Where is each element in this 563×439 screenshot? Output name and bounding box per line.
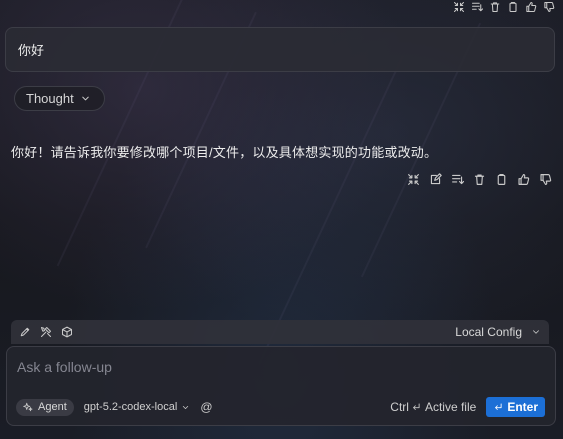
- agent-label: Agent: [38, 401, 67, 413]
- trash-icon[interactable]: [473, 173, 486, 186]
- insert-icon[interactable]: [471, 1, 483, 13]
- thumbs-down-icon[interactable]: [539, 173, 552, 186]
- tools-icon[interactable]: [40, 326, 52, 338]
- user-message[interactable]: 你好: [5, 27, 555, 72]
- previous-message-actions: [453, 0, 555, 14]
- chevron-down-icon: [181, 403, 190, 412]
- copy-icon[interactable]: [507, 1, 519, 13]
- mention-button[interactable]: @: [200, 400, 212, 414]
- composer-controls: Agent gpt-5.2-codex-local @ Ctrl Active …: [16, 397, 545, 417]
- active-file-ctrl: Ctrl: [390, 400, 409, 414]
- return-icon: [411, 402, 421, 412]
- agent-mode-button[interactable]: Agent: [16, 398, 74, 416]
- chevron-down-icon: [531, 327, 541, 337]
- composer-toolbar: Local Config: [11, 320, 549, 344]
- thumbs-down-icon[interactable]: [543, 1, 555, 13]
- copy-icon[interactable]: [495, 173, 508, 186]
- collapse-icon[interactable]: [407, 173, 420, 186]
- assistant-message-actions: [407, 173, 552, 186]
- thumbs-up-icon[interactable]: [525, 1, 537, 13]
- collapse-icon[interactable]: [453, 1, 465, 13]
- edit-icon[interactable]: [429, 173, 442, 186]
- user-message-text: 你好: [18, 43, 45, 58]
- composer[interactable]: Ask a follow-up Agent gpt-5.2-codex-loca…: [6, 346, 556, 426]
- pencil-icon[interactable]: [19, 326, 31, 338]
- chevron-down-icon: [80, 93, 91, 104]
- active-file-button[interactable]: Ctrl Active file: [390, 400, 476, 414]
- assistant-message: 你好！请告诉我你要修改哪个项目/文件，以及具体想实现的功能或改动。: [11, 145, 438, 160]
- return-icon: [493, 402, 503, 412]
- thought-label: Thought: [26, 91, 74, 106]
- enter-button[interactable]: Enter: [486, 397, 545, 417]
- cube-icon[interactable]: [61, 326, 73, 338]
- trash-icon[interactable]: [489, 1, 501, 13]
- insert-icon[interactable]: [451, 173, 464, 186]
- config-select[interactable]: Local Config: [455, 325, 541, 339]
- model-select[interactable]: gpt-5.2-codex-local: [84, 401, 191, 413]
- thought-toggle[interactable]: Thought: [14, 86, 105, 111]
- sparkle-icon: [23, 402, 33, 412]
- model-label: gpt-5.2-codex-local: [83, 401, 178, 413]
- enter-label: Enter: [507, 400, 538, 414]
- follow-up-input[interactable]: Ask a follow-up: [17, 359, 112, 375]
- config-label: Local Config: [455, 325, 522, 339]
- thumbs-up-icon[interactable]: [517, 173, 530, 186]
- active-file-label: Active file: [424, 400, 477, 414]
